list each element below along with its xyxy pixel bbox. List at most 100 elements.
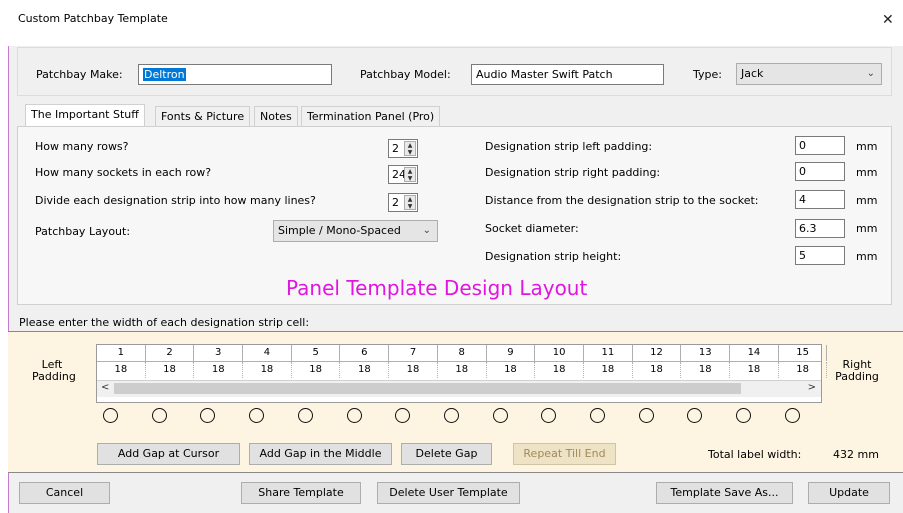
make-input[interactable]: Deltron xyxy=(138,64,332,85)
strip-socket-distance-label: Distance from the designation strip to t… xyxy=(485,194,759,207)
width-cell[interactable]: 18 xyxy=(584,362,633,378)
column-header: 14 xyxy=(730,345,779,361)
right-padding-label: Designation strip right padding: xyxy=(485,166,661,179)
width-cell[interactable]: 18 xyxy=(438,362,487,378)
template-save-as-button[interactable]: Template Save As... xyxy=(656,482,793,504)
width-cell[interactable]: 18 xyxy=(194,362,244,378)
socket-circle xyxy=(638,408,654,423)
chevron-down-icon: ⌄ xyxy=(866,68,875,79)
width-cell[interactable]: 18 xyxy=(389,362,438,378)
left-padding-input[interactable]: 0 xyxy=(795,136,845,155)
layout-select[interactable]: Simple / Mono-Spaced ⌄ xyxy=(273,220,438,242)
column-header: 6 xyxy=(341,345,390,361)
socket-diameter-input[interactable]: 6.3 xyxy=(795,219,845,238)
scroll-left-icon[interactable]: < xyxy=(101,382,109,393)
width-cell[interactable]: 18 xyxy=(730,362,779,378)
width-cell[interactable]: 18 xyxy=(487,362,536,378)
delete-user-template-button[interactable]: Delete User Template xyxy=(377,482,520,504)
unit-label: mm xyxy=(856,194,878,207)
socket-circle xyxy=(297,408,313,423)
socket-circle xyxy=(103,408,118,423)
width-cell[interactable]: 18 xyxy=(146,362,195,378)
column-header: 9 xyxy=(487,345,536,361)
socket-circle xyxy=(443,408,459,423)
close-icon[interactable]: ✕ xyxy=(882,12,894,28)
repeat-till-end-button[interactable]: Repeat Till End xyxy=(513,443,616,465)
add-gap-at-cursor-button[interactable]: Add Gap at Cursor xyxy=(97,443,240,465)
tab-important-stuff[interactable]: The Important Stuff xyxy=(25,104,145,127)
strip-socket-distance-input[interactable]: 4 xyxy=(795,190,845,209)
dialog-title: Custom Patchbay Template xyxy=(18,12,168,25)
make-label: Patchbay Make: xyxy=(36,68,123,81)
tab-fonts-picture[interactable]: Fonts & Picture xyxy=(155,106,251,126)
type-select[interactable]: Jack ⌄ xyxy=(736,63,882,85)
update-button[interactable]: Update xyxy=(808,482,890,504)
scrollbar-thumb[interactable] xyxy=(114,383,741,394)
cancel-button[interactable]: Cancel xyxy=(19,482,110,504)
spinner-arrows-icon[interactable]: ▲ ▼ xyxy=(404,167,416,182)
lines-value: 2 xyxy=(392,196,399,209)
socket-circle xyxy=(492,408,508,423)
width-cell[interactable]: 18 xyxy=(292,362,341,378)
rows-spinner[interactable]: 2 ▲ ▼ xyxy=(388,139,418,158)
strip-height-label: Designation strip height: xyxy=(485,250,622,263)
socket-circle xyxy=(784,408,800,423)
lines-spinner[interactable]: 2 ▲ ▼ xyxy=(388,193,418,212)
layout-value: Simple / Mono-Spaced xyxy=(278,224,401,237)
column-header: 10 xyxy=(535,345,584,361)
rows-label: How many rows? xyxy=(35,140,129,153)
model-label: Patchbay Model: xyxy=(360,68,451,81)
column-header: 1 xyxy=(97,345,146,361)
chevron-down-icon: ⌄ xyxy=(422,225,431,236)
strip-width-grid[interactable]: < > 1 18 2 18 3 18 4 18 5 18 6 18 7 18 8 18 9 18 10 18 11 18 1… xyxy=(96,344,828,403)
column-header: 13 xyxy=(681,345,731,361)
socket-circle xyxy=(249,408,265,423)
column-header: 2 xyxy=(146,345,195,361)
width-cell[interactable]: 18 xyxy=(779,362,828,378)
delete-gap-button[interactable]: Delete Gap xyxy=(401,443,492,465)
width-cell[interactable]: 18 xyxy=(97,362,146,378)
cells-prompt: Please enter the width of each designati… xyxy=(19,316,310,329)
left-padding-label: Designation strip left padding: xyxy=(485,140,653,153)
right-padding-input[interactable]: 0 xyxy=(795,162,845,181)
rows-value: 2 xyxy=(392,142,399,155)
grid-divider xyxy=(97,361,821,362)
left-caption-line2: Padding xyxy=(32,370,76,383)
scroll-right-icon[interactable]: > xyxy=(808,382,816,393)
width-cell[interactable]: 18 xyxy=(633,362,682,378)
strip-height-input[interactable]: 5 xyxy=(795,246,845,265)
make-value: Deltron xyxy=(143,68,186,81)
share-template-button[interactable]: Share Template xyxy=(241,482,361,504)
column-header: 7 xyxy=(389,345,438,361)
unit-label: mm xyxy=(856,166,878,179)
horizontal-scrollbar[interactable]: < > xyxy=(97,380,821,397)
spinner-arrows-icon[interactable]: ▲ ▼ xyxy=(404,195,416,210)
column-header: 8 xyxy=(438,345,487,361)
tab-notes[interactable]: Notes xyxy=(254,106,298,126)
socket-circle xyxy=(736,408,752,423)
type-label: Type: xyxy=(693,68,722,81)
tab-termination-panel[interactable]: Termination Panel (Pro) xyxy=(301,106,441,126)
width-cell[interactable]: 18 xyxy=(243,362,292,378)
model-input[interactable]: Audio Master Swift Patch xyxy=(471,64,664,85)
add-gap-middle-button[interactable]: Add Gap in the Middle xyxy=(249,443,392,465)
width-cell[interactable]: 18 xyxy=(681,362,731,378)
width-cell[interactable]: 18 xyxy=(535,362,584,378)
width-cell[interactable]: 18 xyxy=(341,362,390,378)
sockets-label: How many sockets in each row? xyxy=(35,166,212,179)
lines-label: Divide each designation strip into how m… xyxy=(35,194,316,207)
column-header: 3 xyxy=(194,345,244,361)
layout-label: Patchbay Layout: xyxy=(35,225,131,238)
unit-label: mm xyxy=(856,250,878,263)
type-value: Jack xyxy=(741,67,764,80)
column-header: 5 xyxy=(292,345,341,361)
column-header: 11 xyxy=(584,345,633,361)
spinner-arrows-icon[interactable]: ▲ ▼ xyxy=(404,141,416,156)
column-header: 4 xyxy=(243,345,292,361)
column-header: 12 xyxy=(633,345,682,361)
right-caption-line2: Padding xyxy=(835,370,879,383)
unit-label: mm xyxy=(856,140,878,153)
sockets-spinner[interactable]: 24 ▲ ▼ xyxy=(388,165,418,184)
socket-circle xyxy=(590,408,605,423)
overlay-caption: Panel Template Design Layout xyxy=(286,276,588,300)
